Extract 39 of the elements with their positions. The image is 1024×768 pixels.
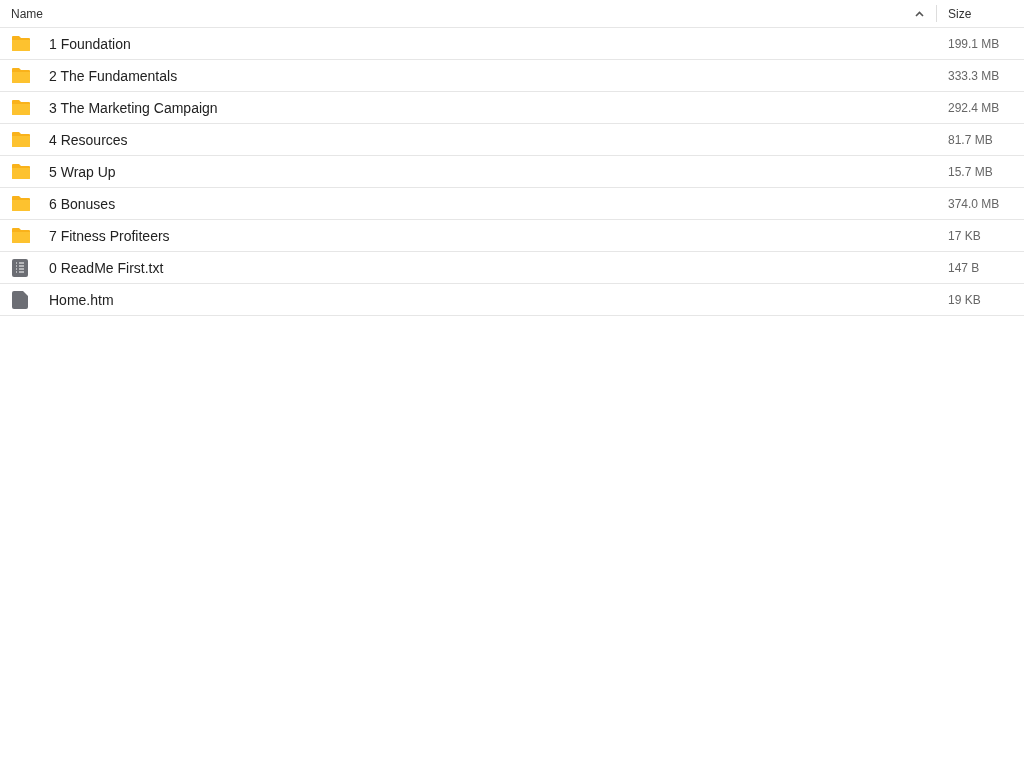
file-name: 3 The Marketing Campaign — [49, 99, 219, 116]
folder-icon — [12, 132, 30, 147]
file-icon — [12, 290, 28, 309]
file-size: 15.7 MB — [948, 164, 994, 179]
folder-icon — [12, 68, 30, 83]
file-size: 17 KB — [948, 228, 982, 243]
file-size: 292.4 MB — [948, 100, 1001, 115]
file-row[interactable]: 7 Fitness Profiteers 17 KB — [0, 220, 1024, 252]
folder-icon — [12, 164, 30, 179]
file-row[interactable]: 2 The Fundamentals 333.3 MB — [0, 60, 1024, 92]
file-name: 7 Fitness Profiteers — [49, 227, 171, 244]
file-row[interactable]: Home.htm 19 KB — [0, 284, 1024, 316]
column-header[interactable]: Size — [936, 5, 1024, 22]
file-size: 374.0 MB — [948, 196, 1001, 211]
file-name: 1 Foundation — [49, 35, 132, 52]
folder-icon — [12, 100, 30, 115]
file-size: 199.1 MB — [948, 36, 1001, 51]
file-name: Home.htm — [49, 291, 115, 308]
file-name: 5 Wrap Up — [49, 163, 117, 180]
file-size: 19 KB — [948, 292, 982, 307]
folder-icon — [12, 196, 30, 211]
file-row[interactable]: 1 Foundation 199.1 MB — [0, 28, 1024, 60]
file-name: 2 The Fundamentals — [49, 67, 179, 84]
folder-icon — [12, 36, 30, 51]
file-row[interactable]: 5 Wrap Up 15.7 MB — [0, 156, 1024, 188]
file-name: 4 Resources — [49, 131, 129, 148]
file-name: 6 Bonuses — [49, 195, 117, 212]
folder-icon — [12, 228, 30, 243]
file-row[interactable]: 4 Resources 81.7 MB — [0, 124, 1024, 156]
file-size: 147 B — [948, 260, 981, 275]
file-size: 333.3 MB — [948, 68, 1001, 83]
file-row[interactable]: 0 ReadMe First.txt 147 B — [0, 252, 1024, 284]
text-file-icon — [12, 258, 28, 277]
file-row[interactable]: 3 The Marketing Campaign 292.4 MB — [0, 92, 1024, 124]
column-header[interactable]: Name — [0, 6, 936, 21]
file-row[interactable]: 6 Bonuses 374.0 MB — [0, 188, 1024, 220]
file-name: 0 ReadMe First.txt — [49, 259, 165, 276]
file-size: 81.7 MB — [948, 132, 994, 147]
caret-up-icon — [915, 10, 924, 17]
